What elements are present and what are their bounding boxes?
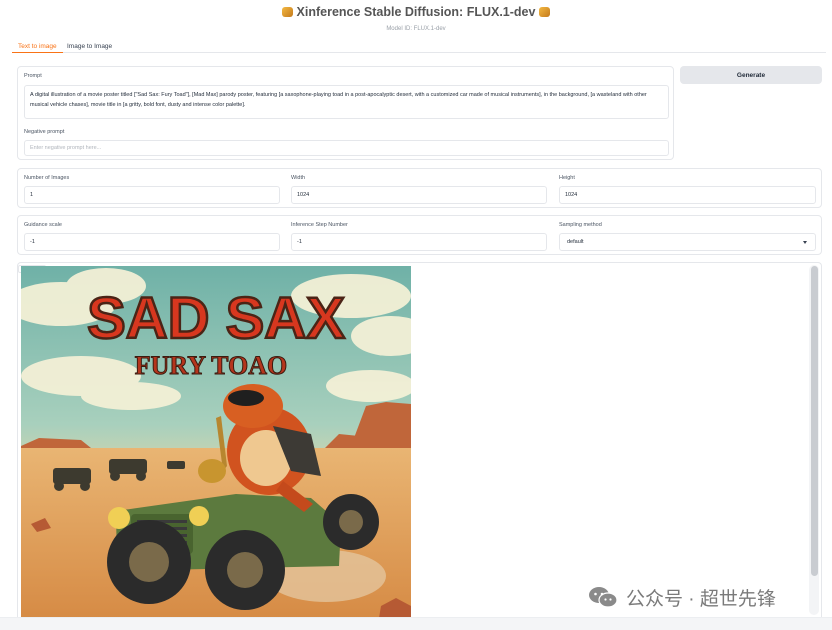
negative-prompt-input[interactable]: Enter negative prompt here... [24,140,669,156]
tab-text-to-image[interactable]: Text to image [12,42,63,53]
guidance-scale-input[interactable]: -1 [24,233,280,251]
negative-prompt-placeholder: Enter negative prompt here... [30,145,102,151]
image-size-panel: Number of Images 1 Width 1024 Height 102… [17,168,822,208]
model-id: Model ID: FLUX.1-dev [386,26,446,32]
sampling-method-label: Sampling method [559,222,602,228]
number-of-images-input[interactable]: 1 [24,186,280,204]
height-label: Height [559,175,575,181]
width-input[interactable]: 1024 [291,186,547,204]
wechat-icon [589,587,618,608]
sampling-method-value: default [567,239,584,245]
palette-icon [539,7,551,17]
watermark-text: 公众号 · 超世先锋 [626,588,776,610]
tab-image-to-image[interactable]: Image to Image [61,42,118,53]
prompt-input[interactable]: A digital illustration of a movie poster… [24,85,669,119]
width-label: Width [291,175,306,181]
poster-title: SAD SAX [87,286,345,351]
sampling-method-select[interactable]: default [559,233,816,251]
app-title: Xinference Stable Diffusion: FLUX.1-dev [0,5,832,19]
number-of-images-label: Number of Images [24,175,70,181]
height-input[interactable]: 1024 [559,186,816,204]
watermark: 公众号 · 超世先锋 [588,584,776,610]
gallery-image[interactable]: SAD SAX FURY TOAO [21,266,411,618]
negative-prompt-label: Negative prompt [24,129,65,135]
prompt-panel: Prompt A digital illustration of a movie… [17,66,674,160]
guidance-scale-label: Guidance scale [24,222,62,228]
gallery-scrollbar-thumb[interactable] [811,266,818,576]
generate-button[interactable]: Generate [680,66,822,84]
chevron-down-icon [803,241,807,244]
prompt-label: Prompt [24,73,42,79]
inference-steps-input[interactable]: -1 [291,233,547,251]
tab-bar: Text to image Image to Image [12,40,826,53]
header: Xinference Stable Diffusion: FLUX.1-dev … [0,0,832,40]
sampling-panel: Guidance scale -1 Inference Step Number … [17,215,822,255]
poster-subtitle: FURY TOAO [135,351,287,380]
palette-icon [281,7,293,17]
bottom-bar [0,617,832,630]
inference-steps-label: Inference Step Number [291,222,348,228]
